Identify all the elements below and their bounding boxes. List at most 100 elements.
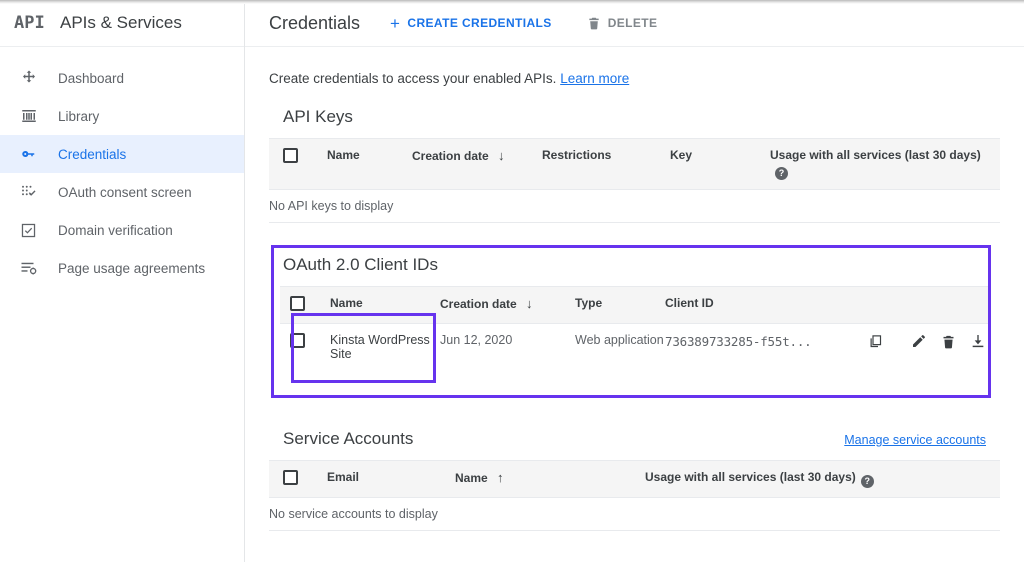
intro-sentence: Create credentials to access your enable… — [269, 71, 556, 86]
main-header: Credentials + CREATE CREDENTIALS DELETE — [245, 0, 1024, 47]
service-accounts-col-name-label: Name — [455, 471, 488, 485]
sidebar-header: API APIs & Services — [0, 0, 244, 47]
sidebar-item-label: OAuth consent screen — [58, 185, 192, 200]
row-checkbox[interactable] — [290, 333, 305, 348]
sidebar-item-label: Credentials — [58, 147, 126, 162]
section-oauth-client-ids: OAuth 2.0 Client IDs Name — [269, 245, 1000, 394]
select-all-checkbox[interactable] — [283, 148, 298, 163]
api-keys-col-restrictions[interactable]: Restrictions — [542, 139, 670, 190]
oauth-row-type: Web application — [575, 324, 665, 394]
oauth-col-type[interactable]: Type — [575, 287, 665, 324]
section-service-accounts: Service Accounts Manage service accounts… — [269, 429, 1000, 531]
oauth-col-name[interactable]: Name — [330, 287, 440, 324]
content-area: Create credentials to access your enable… — [245, 47, 1024, 531]
manage-service-accounts-link[interactable]: Manage service accounts — [844, 433, 986, 447]
oauth-header-row: Name Creation date ↓ Type Client ID — [280, 287, 989, 324]
oauth-section-head: OAuth 2.0 Client IDs — [269, 245, 1000, 286]
api-keys-col-name[interactable]: Name — [327, 139, 412, 190]
create-credentials-button[interactable]: + CREATE CREDENTIALS — [390, 15, 552, 32]
api-keys-section-head: API Keys — [269, 107, 1000, 138]
key-icon — [20, 144, 46, 164]
api-keys-col-usage[interactable]: Usage with all services (last 30 days)? — [770, 139, 1000, 190]
sidebar-item-domain-verification[interactable]: Domain verification — [0, 211, 244, 249]
app-title: APIs & Services — [60, 13, 182, 33]
sidebar-item-label: Domain verification — [58, 223, 173, 238]
help-icon[interactable]: ? — [775, 167, 788, 180]
create-credentials-label: CREATE CREDENTIALS — [407, 16, 551, 30]
intro-text: Create credentials to access your enable… — [269, 47, 1000, 91]
service-accounts-col-name[interactable]: Name ↑ — [455, 460, 645, 497]
library-icon — [20, 106, 46, 126]
sidebar-item-label: Page usage agreements — [58, 261, 205, 276]
row-actions — [865, 333, 989, 349]
api-keys-col-creation-date[interactable]: Creation date ↓ — [412, 139, 542, 190]
sidebar-item-library[interactable]: Library — [0, 97, 244, 135]
page-title: Credentials — [269, 13, 360, 34]
oauth-clients-table: Name Creation date ↓ Type Client ID — [280, 286, 989, 394]
oauth-row-name: Kinsta WordPress Site — [330, 333, 430, 361]
oauth-col-creation-date-label: Creation date — [440, 297, 517, 311]
checkbox-verify-icon — [20, 220, 46, 240]
api-keys-empty-text: No API keys to display — [269, 190, 1000, 223]
service-accounts-col-email[interactable]: Email — [327, 460, 455, 497]
help-icon[interactable]: ? — [861, 475, 874, 488]
select-all-checkbox[interactable] — [283, 470, 298, 485]
sidebar-item-label: Dashboard — [58, 71, 124, 86]
oauth-row-creation-date: Jun 12, 2020 — [440, 324, 575, 394]
section-api-keys: API Keys Name — [269, 107, 1000, 223]
list-settings-icon — [20, 258, 46, 278]
service-accounts-col-usage-label: Usage with all services (last 30 days) — [645, 470, 856, 484]
sidebar-item-label: Library — [58, 109, 99, 124]
api-logo: API — [14, 13, 52, 33]
api-keys-col-key[interactable]: Key — [670, 139, 770, 190]
oauth-select-all-cell — [280, 287, 330, 324]
api-keys-header-row: Name Creation date ↓ Restrictions Key Us… — [269, 139, 1000, 190]
oauth-col-client-id[interactable]: Client ID — [665, 287, 865, 324]
service-accounts-col-usage[interactable]: Usage with all services (last 30 days)? — [645, 460, 1000, 497]
api-keys-col-creation-date-label: Creation date — [412, 149, 489, 163]
oauth-row-name-cell: Kinsta WordPress Site — [330, 324, 440, 394]
service-accounts-table: Email Name ↑ Usage with all services (la… — [269, 460, 1000, 531]
oauth-title: OAuth 2.0 Client IDs — [283, 255, 438, 286]
credentials-page: API APIs & Services Dashboard — [0, 0, 1024, 562]
oauth-row-actions-cell — [865, 324, 989, 394]
select-all-checkbox[interactable] — [290, 296, 305, 311]
oauth-col-creation-date[interactable]: Creation date ↓ — [440, 287, 575, 324]
main-content: Credentials + CREATE CREDENTIALS DELETE … — [245, 0, 1024, 562]
oauth-row-client-id: 736389733285-f55t... — [665, 324, 865, 394]
download-icon[interactable] — [968, 333, 990, 349]
copy-icon[interactable] — [865, 334, 887, 349]
plus-icon: + — [390, 15, 400, 32]
sort-arrow-down-icon: ↓ — [526, 296, 533, 311]
delete-label: DELETE — [608, 16, 658, 30]
api-keys-empty-row: No API keys to display — [269, 190, 1000, 223]
service-accounts-header-row: Email Name ↑ Usage with all services (la… — [269, 460, 1000, 497]
sidebar-nav: Dashboard Library — [0, 47, 244, 287]
table-row[interactable]: Kinsta WordPress Site Jun 12, 2020 Web a… — [280, 324, 989, 394]
service-accounts-empty-row: No service accounts to display — [269, 497, 1000, 530]
api-keys-title: API Keys — [283, 107, 353, 138]
service-accounts-title: Service Accounts — [283, 429, 413, 460]
service-accounts-select-all-cell — [269, 460, 327, 497]
sort-arrow-down-icon: ↓ — [498, 148, 505, 163]
api-keys-select-all-cell — [269, 139, 327, 190]
sidebar: API APIs & Services Dashboard — [0, 0, 245, 562]
trash-icon[interactable] — [938, 334, 960, 349]
sidebar-item-oauth-consent-screen[interactable]: OAuth consent screen — [0, 173, 244, 211]
api-keys-table: Name Creation date ↓ Restrictions Key Us… — [269, 138, 1000, 223]
service-accounts-empty-text: No service accounts to display — [269, 497, 1000, 530]
service-accounts-section-head: Service Accounts Manage service accounts — [269, 429, 1000, 460]
sidebar-item-page-usage-agreements[interactable]: Page usage agreements — [0, 249, 244, 287]
delete-button[interactable]: DELETE — [587, 16, 658, 30]
dashboard-move-icon — [20, 68, 46, 88]
trash-icon — [587, 16, 601, 30]
api-keys-col-usage-label: Usage with all services (last 30 days) — [770, 148, 981, 162]
consent-screen-icon — [20, 182, 46, 202]
edit-pencil-icon[interactable] — [909, 333, 931, 349]
oauth-row-checkbox-cell — [280, 324, 330, 394]
learn-more-link[interactable]: Learn more — [560, 71, 629, 86]
oauth-col-actions — [865, 287, 989, 324]
sidebar-item-credentials[interactable]: Credentials — [0, 135, 244, 173]
sort-arrow-up-icon: ↑ — [497, 470, 504, 485]
sidebar-item-dashboard[interactable]: Dashboard — [0, 59, 244, 97]
